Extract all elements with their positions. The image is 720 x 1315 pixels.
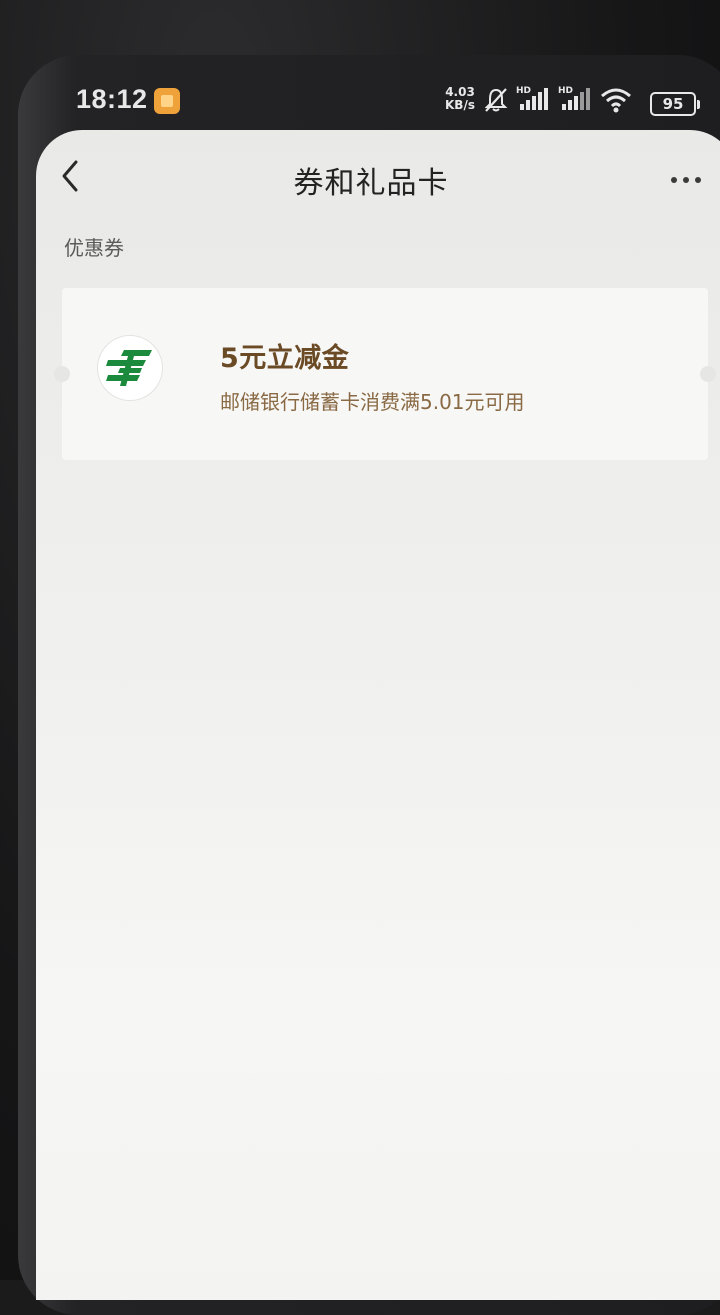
coupon-notch-left [54,366,70,382]
coupon-notch-right [700,366,716,382]
status-bar: 18:12 4.03 KB/s HD HD 95 [40,78,720,126]
status-time: 18:12 [76,84,148,114]
signal-bars-icon [520,88,548,110]
signal-bars-icon [562,88,590,110]
navigation-bar: 券和礼品卡 [36,130,720,220]
app-screen: 券和礼品卡 优惠券 5元立减金 邮储银行储蓄卡消费满5.01元可用 [36,130,720,1300]
cell-signal-1: HD [516,86,550,114]
coupon-description: 邮储银行储蓄卡消费满5.01元可用 [220,390,525,414]
postal-bank-logo-icon [98,336,162,400]
page-title: 券和礼品卡 [293,166,449,201]
cell-signal-2: HD [558,86,592,114]
bell-muted-icon [484,88,508,112]
network-speed-unit: KB/s [445,98,475,112]
wifi-icon [601,88,631,113]
coupon-card[interactable]: 5元立减金 邮储银行储蓄卡消费满5.01元可用 [54,288,716,460]
network-speed: 4.03 KB/s [440,86,480,112]
coupon-title: 5元立减金 [220,343,350,374]
battery-indicator: 95 [650,92,700,116]
status-icons: HD HD [484,86,632,114]
section-label-coupons: 优惠券 [64,236,124,260]
notification-app-icon [154,88,180,114]
more-dots-icon [671,177,701,183]
more-options-button[interactable] [668,172,708,186]
postal-bank-emblem [106,350,152,386]
